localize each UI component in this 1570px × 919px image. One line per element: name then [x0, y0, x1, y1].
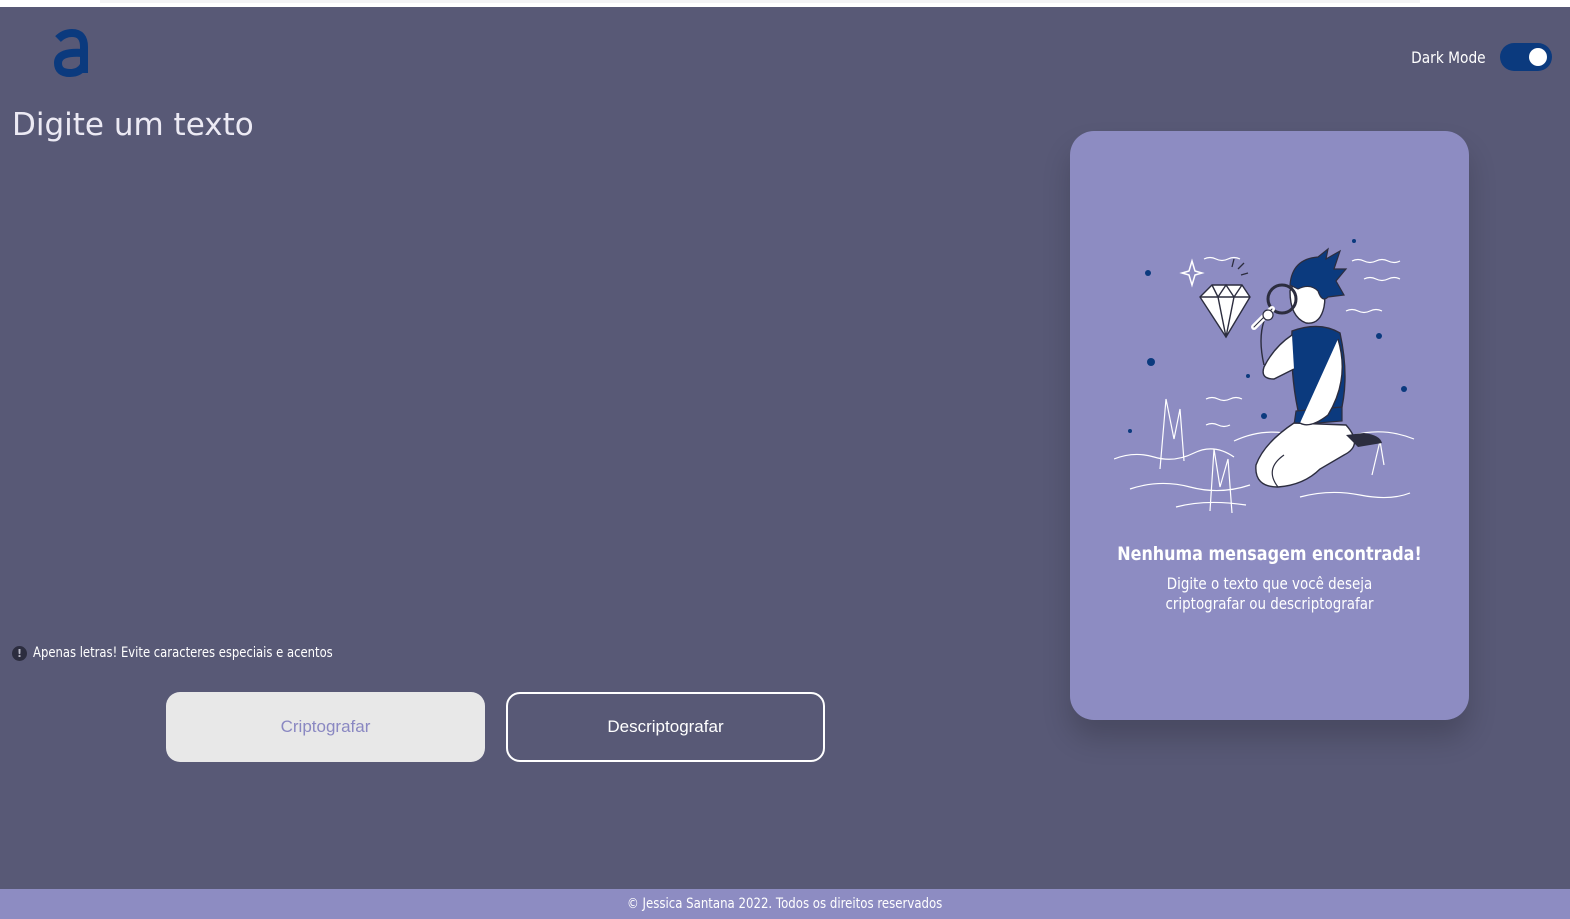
encrypt-button[interactable]: Criptografar — [166, 692, 485, 762]
exclamation-icon: ! — [12, 645, 27, 661]
empty-state-text-content: Digite o texto que você deseja criptogra… — [1165, 574, 1374, 613]
dark-mode-toggle[interactable] — [1500, 43, 1552, 71]
output-panel: Nenhuma mensagem encontrada! Digite o te… — [1070, 131, 1469, 720]
input-hint: ! Apenas letras! Evite caracteres especi… — [12, 645, 394, 661]
browser-top-strip — [0, 0, 1570, 7]
top-strip-inner — [100, 0, 1420, 3]
person-with-magnifier-illustration — [1114, 239, 1415, 514]
footer: © Jessica Santana 2022. Todos os direito… — [0, 889, 1570, 919]
dark-mode-label: Dark Mode — [1411, 47, 1486, 67]
message-input[interactable] — [12, 107, 992, 617]
dark-mode-control[interactable]: Dark Mode — [1399, 43, 1552, 71]
empty-state-title: Nenhuma mensagem encontrada! — [1117, 543, 1422, 565]
decrypt-button[interactable]: Descriptografar — [506, 692, 825, 762]
toggle-knob — [1529, 48, 1547, 66]
app-page: Dark Mode ! Apenas letras! Evite caracte… — [0, 7, 1570, 919]
empty-state-text: Digite o texto que você deseja criptogra… — [1110, 574, 1429, 614]
letter-a-logo-icon[interactable] — [50, 27, 94, 87]
copyright-text: © Jessica Santana 2022. Todos os direito… — [627, 896, 943, 912]
hint-text: Apenas letras! Evite caracteres especiai… — [33, 645, 333, 661]
